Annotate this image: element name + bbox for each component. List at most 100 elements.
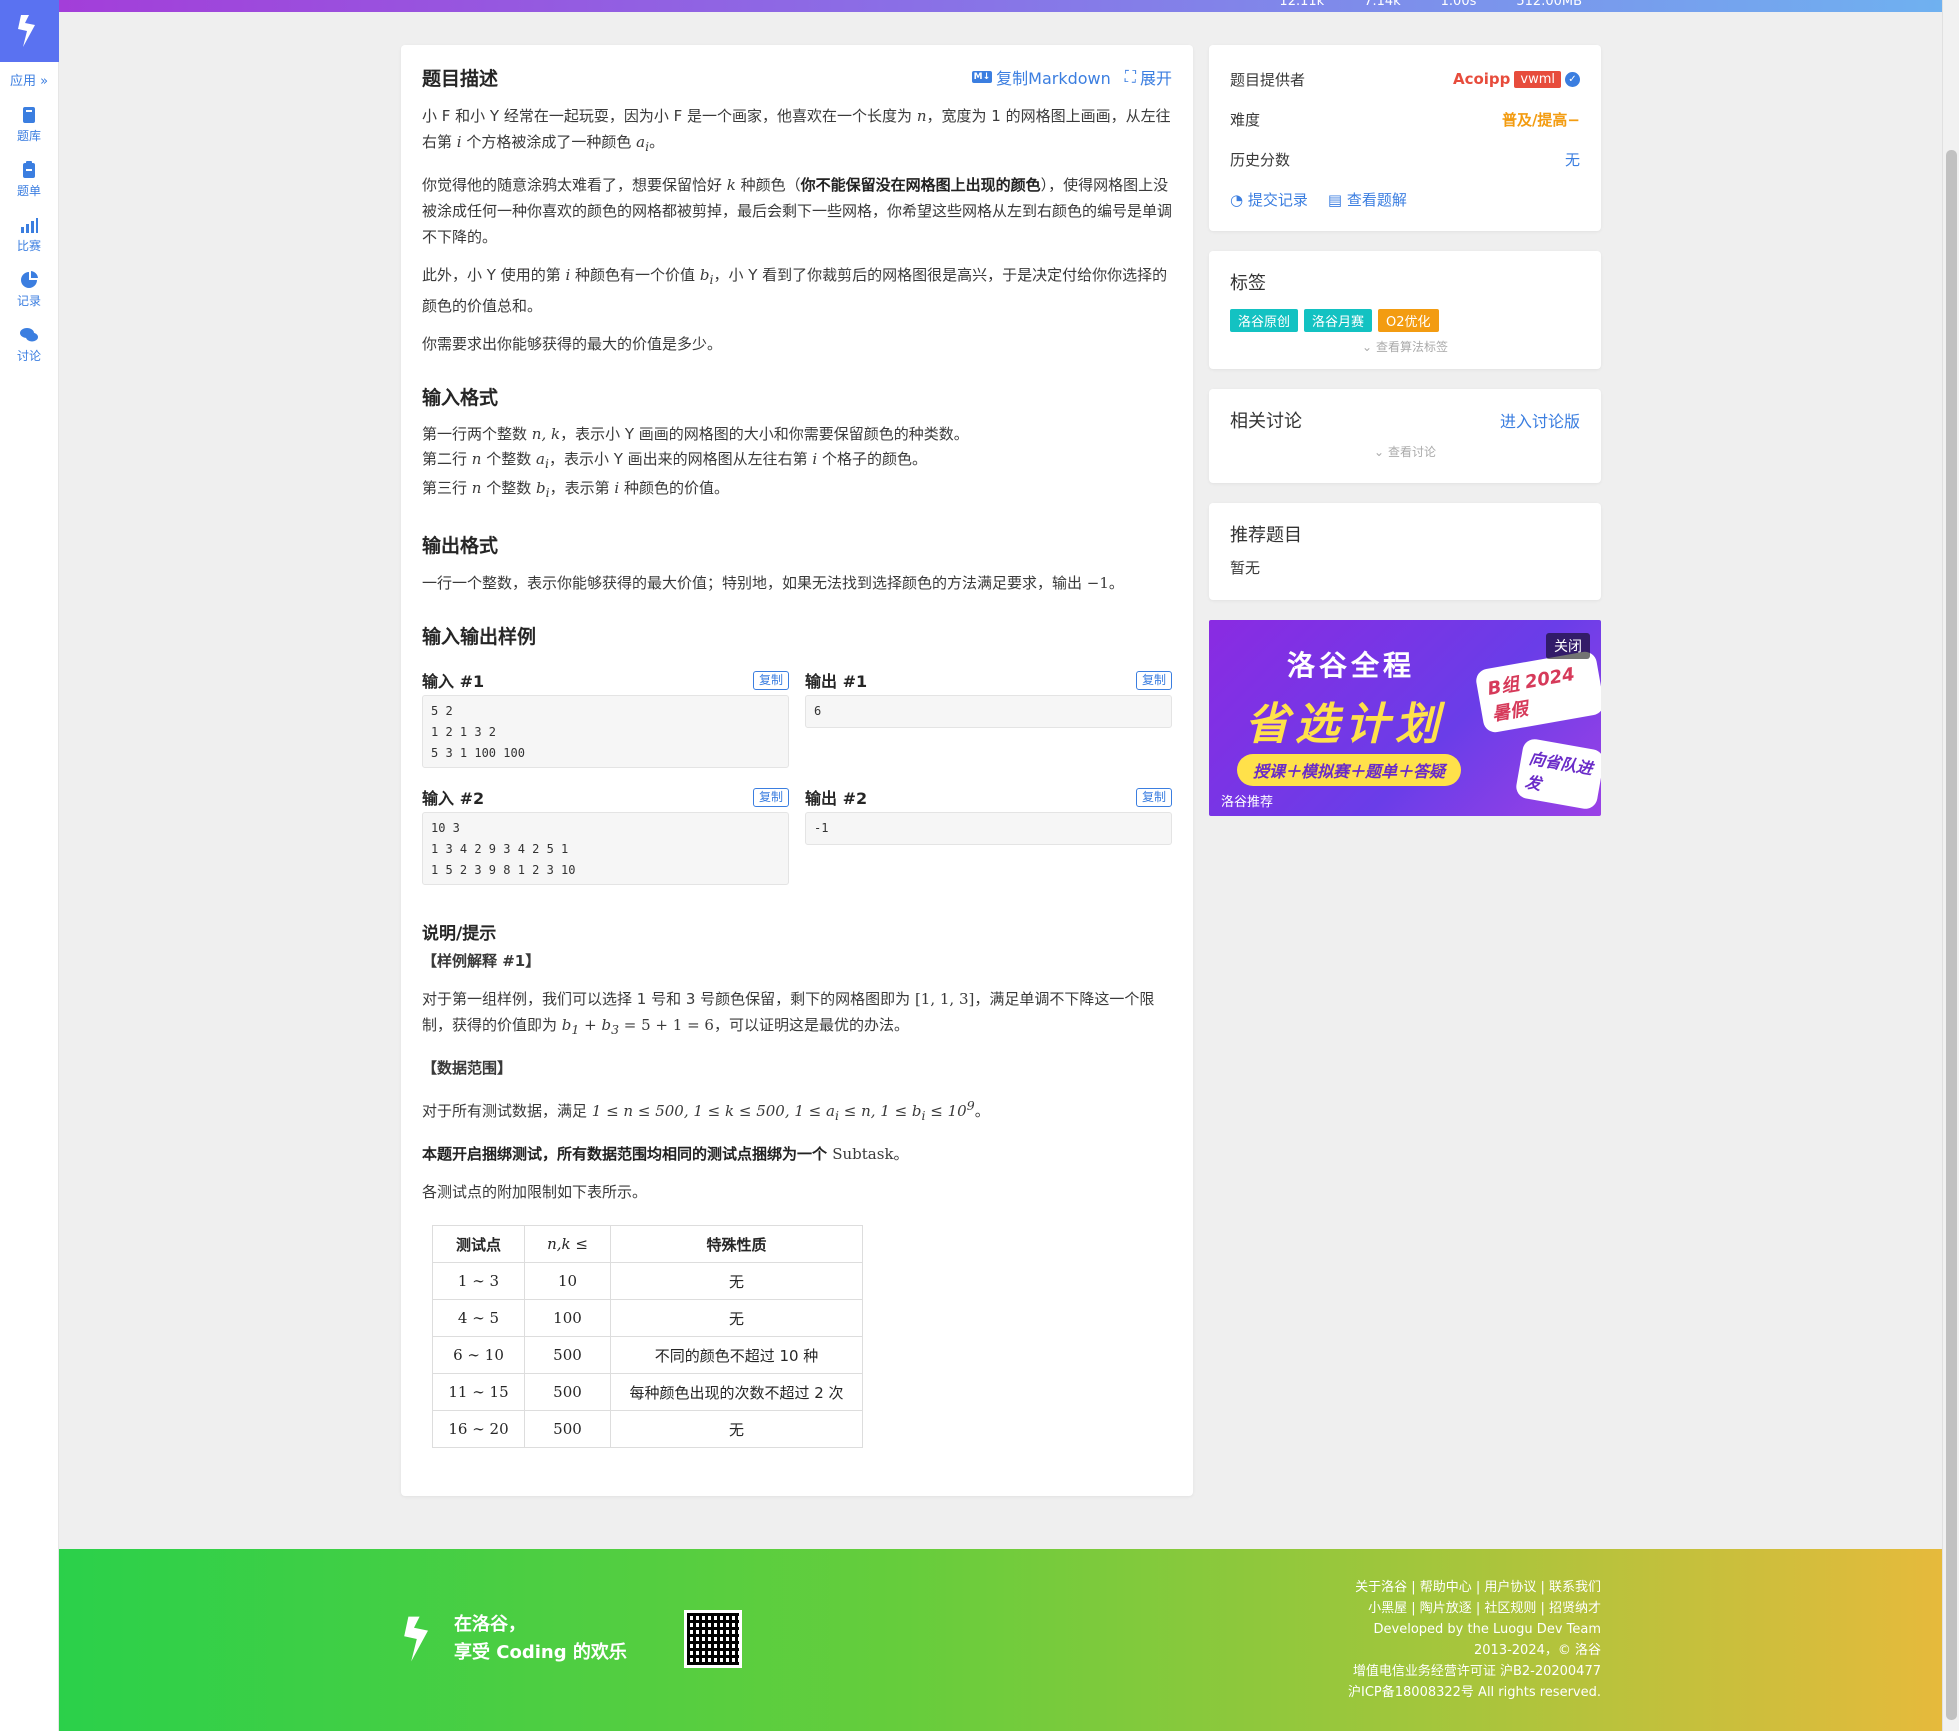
sidebar-apps[interactable]: 应用 » xyxy=(0,70,58,89)
tag-badge[interactable]: 洛谷月赛 xyxy=(1304,309,1373,332)
copy-button[interactable]: 复制 xyxy=(1135,670,1172,690)
luogu-logo[interactable] xyxy=(0,0,59,62)
promo-title: 洛谷全程 xyxy=(1287,649,1416,682)
enter-discussion-link[interactable]: 进入讨论版 xyxy=(1500,408,1580,432)
footer-slogan-line1: 在洛谷， xyxy=(454,1614,526,1635)
show-discussion-label: 查看讨论 xyxy=(1387,445,1436,459)
description-paragraph-4: 你需要求出你能够获得的最大的价值是多少。 xyxy=(422,335,723,353)
discussion-title: 相关讨论 xyxy=(1230,411,1302,432)
sample-code[interactable]: -1 xyxy=(805,812,1172,845)
pie-chart-icon xyxy=(21,271,38,288)
expand-label: 展开 xyxy=(1139,69,1172,88)
chevron-down-icon: ⌄ xyxy=(1362,340,1373,354)
footer-slogan-line2: 享受 Coding 的欢乐 xyxy=(454,1642,627,1663)
sample-code[interactable]: 10 3 1 3 4 2 9 3 4 2 5 1 1 5 2 3 9 8 1 2… xyxy=(422,812,789,885)
book-icon: ▤ xyxy=(1327,190,1343,209)
sample-code[interactable]: 6 xyxy=(805,695,1172,728)
data-range-text: 对于所有测试数据，满足 1 ≤ n ≤ 500, 1 ≤ k ≤ 500, 1 … xyxy=(422,1098,990,1123)
bundle-text: 本题开启捆绑测试，所有数据范围均相同的测试点捆绑为一个 Subtask。 xyxy=(422,1145,909,1163)
difficulty-label: 难度 xyxy=(1230,110,1261,129)
sample-label: 输入 #2 xyxy=(422,789,485,808)
verified-icon: ✓ xyxy=(1565,71,1580,87)
tag-badge[interactable]: O2优化 xyxy=(1378,309,1439,332)
recommend-value: 暂无 xyxy=(1230,559,1261,577)
show-discussion-button[interactable]: ⌄ 查看讨论 xyxy=(1230,443,1580,460)
tag-badge[interactable]: 洛谷原创 xyxy=(1230,309,1299,332)
bar-chart-icon xyxy=(21,218,38,233)
data-range-title: 【数据范围】 xyxy=(422,1059,513,1077)
chevron-down-icon: ⌄ xyxy=(1374,445,1385,459)
description-paragraph-3: 此外，小 Y 使用的第 i 种颜色有一个价值 bi，小 Y 看到了你裁剪后的网格… xyxy=(422,266,1168,315)
tags-title: 标签 xyxy=(1230,273,1266,294)
table-row: 1 ∼ 3 10 无 xyxy=(432,1262,863,1300)
luogu-logo-icon xyxy=(404,1616,428,1662)
hint-title: 说明/提示 xyxy=(422,924,497,944)
tags-card: 标签 洛谷原创 洛谷月赛 O2优化 ⌄ 查看算法标签 xyxy=(1209,251,1601,369)
problem-stats: 12.11k 7.14k 1.00s 512.00MB xyxy=(1279,0,1582,9)
samples-title: 输入输出样例 xyxy=(422,626,537,648)
output-format-title: 输出格式 xyxy=(422,535,499,557)
provider-label: 题目提供者 xyxy=(1230,70,1306,89)
sidebar-item-problems[interactable]: 题库 xyxy=(0,105,58,144)
sidebar-item-lists[interactable]: 题单 xyxy=(0,160,58,199)
footer: 在洛谷， 享受 Coding 的欢乐 关于洛谷 | 帮助中心 | 用户协议 | 联… xyxy=(59,1549,1942,1731)
footer-icp[interactable]: 沪ICP备18008322号 All rights reserved. xyxy=(1348,1682,1601,1703)
close-ad-button[interactable]: 关闭 xyxy=(1546,633,1590,659)
sidebar-item-label: 讨论 xyxy=(16,349,41,363)
copy-button[interactable]: 复制 xyxy=(1135,787,1172,807)
stat-submissions: 12.11k xyxy=(1279,0,1325,9)
problem-content-card: 题目描述 M↓ 复制Markdown ⛶ 展开 小 F 和小 Y 经常在一起玩耍，因… xyxy=(401,45,1193,1496)
scrollbar-thumb[interactable] xyxy=(1946,150,1957,1720)
pie-chart-icon: ◔ xyxy=(1230,190,1244,209)
sample-output-1: 输出 #1 复制 6 xyxy=(805,665,1172,768)
provider-user[interactable]: Acoipp vwml ✓ xyxy=(1453,70,1580,88)
sidebar-item-discuss[interactable]: 讨论 xyxy=(0,325,58,364)
stat-accepted: 7.14k xyxy=(1364,0,1401,9)
expand-icon: ⛶ xyxy=(1124,67,1136,86)
page-scrollbar[interactable] xyxy=(1942,0,1959,1731)
limits-table: 测试点 n,k ≤ 特殊性质 1 ∼ 3 10 无 4 ∼ 5 100 无 6 ∼ 10… xyxy=(432,1225,863,1448)
view-solutions-link[interactable]: ▤ 查看题解 xyxy=(1328,189,1407,210)
submit-records-link[interactable]: ◔ 提交记录 xyxy=(1230,189,1308,210)
footer-dev-team: Developed by the Luogu Dev Team xyxy=(1373,1622,1601,1637)
copy-button[interactable]: 复制 xyxy=(752,670,789,690)
promo-banner[interactable]: 洛谷全程 省选计划 授课＋模拟赛＋题单＋答疑 B组 2024暑假 向省队进发 关… xyxy=(1209,620,1601,816)
sidebar-item-label: 题库 xyxy=(16,129,41,143)
stat-time-limit: 1.00s xyxy=(1440,0,1477,9)
copy-button[interactable]: 复制 xyxy=(752,787,789,807)
comments-icon xyxy=(20,328,38,342)
table-header: 特殊性质 xyxy=(610,1225,863,1263)
footer-links-row2[interactable]: 小黑屋 | 陶片放逐 | 社区规则 | 招贤纳才 xyxy=(1348,1598,1601,1619)
promo-group-badge: B组 2024暑假 xyxy=(1474,649,1601,735)
description-title: 题目描述 xyxy=(422,67,499,90)
footer-license[interactable]: 增值电信业务经营许可证 沪B2-20200477 xyxy=(1348,1661,1601,1682)
table-row: 6 ∼ 10 500 不同的颜色不超过 10 种 xyxy=(432,1336,863,1374)
sample-explain-title: 【样例解释 #1】 xyxy=(422,952,541,970)
sample-input-2: 输入 #2 复制 10 3 1 3 4 2 9 3 4 2 5 1 1 5 2 3… xyxy=(422,782,789,885)
submit-records-label: 提交记录 xyxy=(1247,190,1308,209)
show-algo-tags-button[interactable]: ⌄ 查看算法标签 xyxy=(1230,338,1580,355)
sidebar-item-label: 题单 xyxy=(16,184,41,198)
book-icon xyxy=(23,107,35,123)
table-header: 测试点 xyxy=(432,1225,525,1263)
copy-markdown-button[interactable]: M↓ 复制Markdown xyxy=(971,65,1111,89)
footer-logo: 在洛谷， 享受 Coding 的欢乐 xyxy=(400,1609,627,1669)
sidebar-item-contests[interactable]: 比赛 xyxy=(0,215,58,254)
show-algo-tags-label: 查看算法标签 xyxy=(1375,340,1448,354)
view-solutions-label: 查看题解 xyxy=(1346,190,1407,209)
input-format-text: 第一行两个整数 n, k，表示小 Y 画画的网格图的大小和你需要保留颜色的种类数… xyxy=(422,425,969,500)
footer-links: 关于洛谷 | 帮助中心 | 用户协议 | 联系我们 小黑屋 | 陶片放逐 | 社… xyxy=(1348,1577,1601,1703)
sidebar-item-records[interactable]: 记录 xyxy=(0,270,58,309)
footer-copyright: 2013-2024，© 洛谷 xyxy=(1474,1643,1601,1658)
provider-name: Acoipp xyxy=(1452,70,1511,88)
footer-links-row1[interactable]: 关于洛谷 | 帮助中心 | 用户协议 | 联系我们 xyxy=(1348,1577,1601,1598)
expand-button[interactable]: ⛶ 展开 xyxy=(1125,65,1172,89)
sample-explain-text: 对于第一组样例，我们可以选择 1 号和 3 号颜色保留，剩下的网格图即为 [1,… xyxy=(422,990,1155,1037)
sample-label: 输入 #1 xyxy=(422,672,485,691)
sidebar: 应用 » 题库 题单 比赛 记录 讨论 xyxy=(0,0,59,1731)
promo-headline: 省选计划 xyxy=(1245,699,1445,750)
table-row: 11 ∼ 15 500 每种颜色出现的次数不超过 2 次 xyxy=(432,1373,863,1411)
problem-info-card: 题目提供者 Acoipp vwml ✓ 难度 普及/提高− 历史分数无 ◔ 提交记录 … xyxy=(1209,45,1601,231)
sample-code[interactable]: 5 2 1 2 1 3 2 5 3 1 100 100 xyxy=(422,695,789,768)
description-paragraph-1: 小 F 和小 Y 经常在一起玩耍，因为小 F 是一个画家，他喜欢在一个长度为 n… xyxy=(422,107,1171,154)
